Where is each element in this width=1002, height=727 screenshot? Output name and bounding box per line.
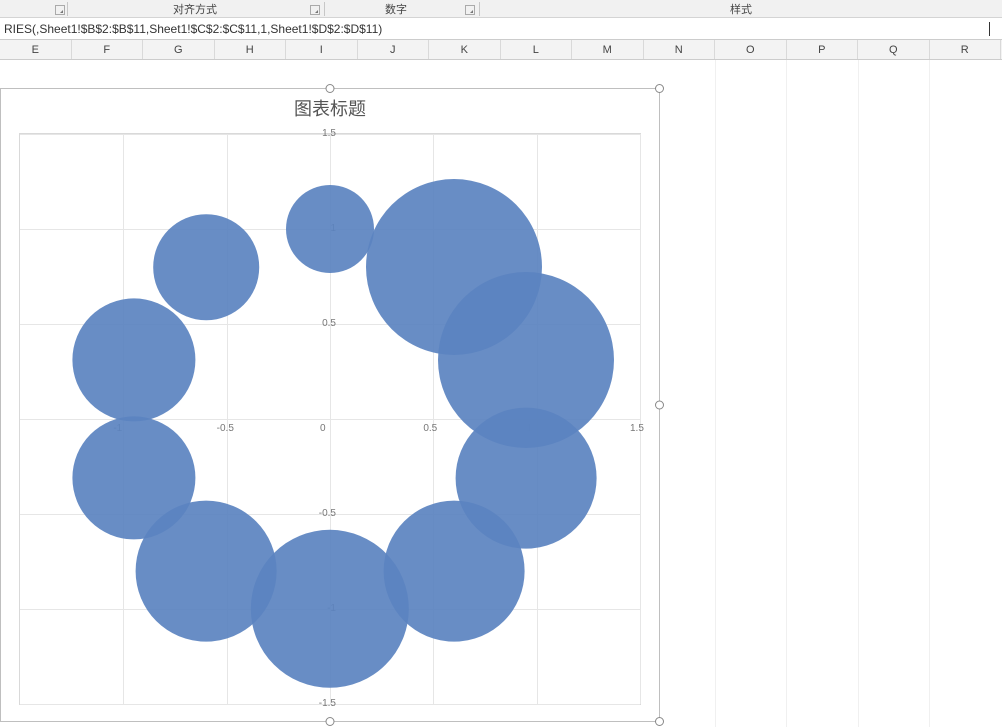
dialog-launcher-icon[interactable]	[310, 5, 320, 15]
column-header[interactable]: H	[215, 40, 287, 59]
selection-handle-icon[interactable]	[326, 717, 335, 726]
text-cursor-icon	[989, 22, 990, 36]
ribbon-group-styles: 样式	[481, 1, 1001, 17]
column-header[interactable]: G	[143, 40, 215, 59]
ribbon-group-number: 数字	[326, 1, 466, 17]
chart-bubble[interactable]	[286, 185, 374, 273]
column-header[interactable]: M	[572, 40, 644, 59]
x-tick-label: 0	[320, 423, 348, 434]
chart-bubble[interactable]	[72, 416, 195, 539]
x-tick-label: 0.5	[423, 423, 451, 434]
y-tick-label: 1.5	[308, 128, 336, 139]
y-tick-label: 0.5	[308, 318, 336, 329]
column-header[interactable]: N	[644, 40, 716, 59]
column-header[interactable]: J	[358, 40, 430, 59]
y-tick-label: -0.5	[308, 508, 336, 519]
selection-handle-icon[interactable]	[326, 84, 335, 93]
worksheet-grid[interactable]: 图表标题 -1-0.500.511.5-1.5-1-0.50.511.5	[0, 60, 1002, 727]
selection-handle-icon[interactable]	[655, 84, 664, 93]
formula-bar[interactable]: RIES(,Sheet1!$B$2:$B$11,Sheet1!$C$2:$C$1…	[0, 18, 1002, 40]
column-header[interactable]: O	[715, 40, 787, 59]
column-header[interactable]: K	[429, 40, 501, 59]
ribbon-group-label: 样式	[730, 4, 752, 16]
ribbon-group-label: 数字	[385, 4, 407, 16]
column-header[interactable]: I	[286, 40, 358, 59]
chart-gridline	[640, 134, 641, 704]
column-header[interactable]: P	[787, 40, 859, 59]
formula-text: RIES(,Sheet1!$B$2:$B$11,Sheet1!$C$2:$C$1…	[4, 22, 382, 36]
dialog-launcher-icon[interactable]	[55, 5, 65, 15]
selection-handle-icon[interactable]	[655, 717, 664, 726]
chart-title[interactable]: 图表标题	[1, 89, 659, 123]
dialog-launcher-icon[interactable]	[465, 5, 475, 15]
x-tick-label: 1.5	[630, 423, 658, 434]
column-header[interactable]: F	[72, 40, 144, 59]
column-header[interactable]: R	[930, 40, 1002, 59]
ribbon-group-align: 对齐方式	[70, 1, 320, 17]
column-header[interactable]: E	[0, 40, 72, 59]
x-tick-label: -0.5	[217, 423, 245, 434]
column-header[interactable]: Q	[858, 40, 930, 59]
chart-bubble[interactable]	[153, 214, 259, 320]
column-headers: EFGHIJKLMNOPQR	[0, 40, 1002, 60]
selection-handle-icon[interactable]	[655, 401, 664, 410]
ribbon-group-label: 对齐方式	[173, 4, 217, 16]
column-header[interactable]: L	[501, 40, 573, 59]
ribbon-group-strip: 对齐方式 数字 样式	[0, 0, 1002, 18]
y-tick-label: -1.5	[308, 698, 336, 709]
chart-object[interactable]: 图表标题 -1-0.500.511.5-1.5-1-0.50.511.5	[0, 88, 660, 722]
chart-bubble[interactable]	[72, 299, 195, 422]
chart-plot-area[interactable]: -1-0.500.511.5-1.5-1-0.50.511.5	[19, 133, 641, 705]
